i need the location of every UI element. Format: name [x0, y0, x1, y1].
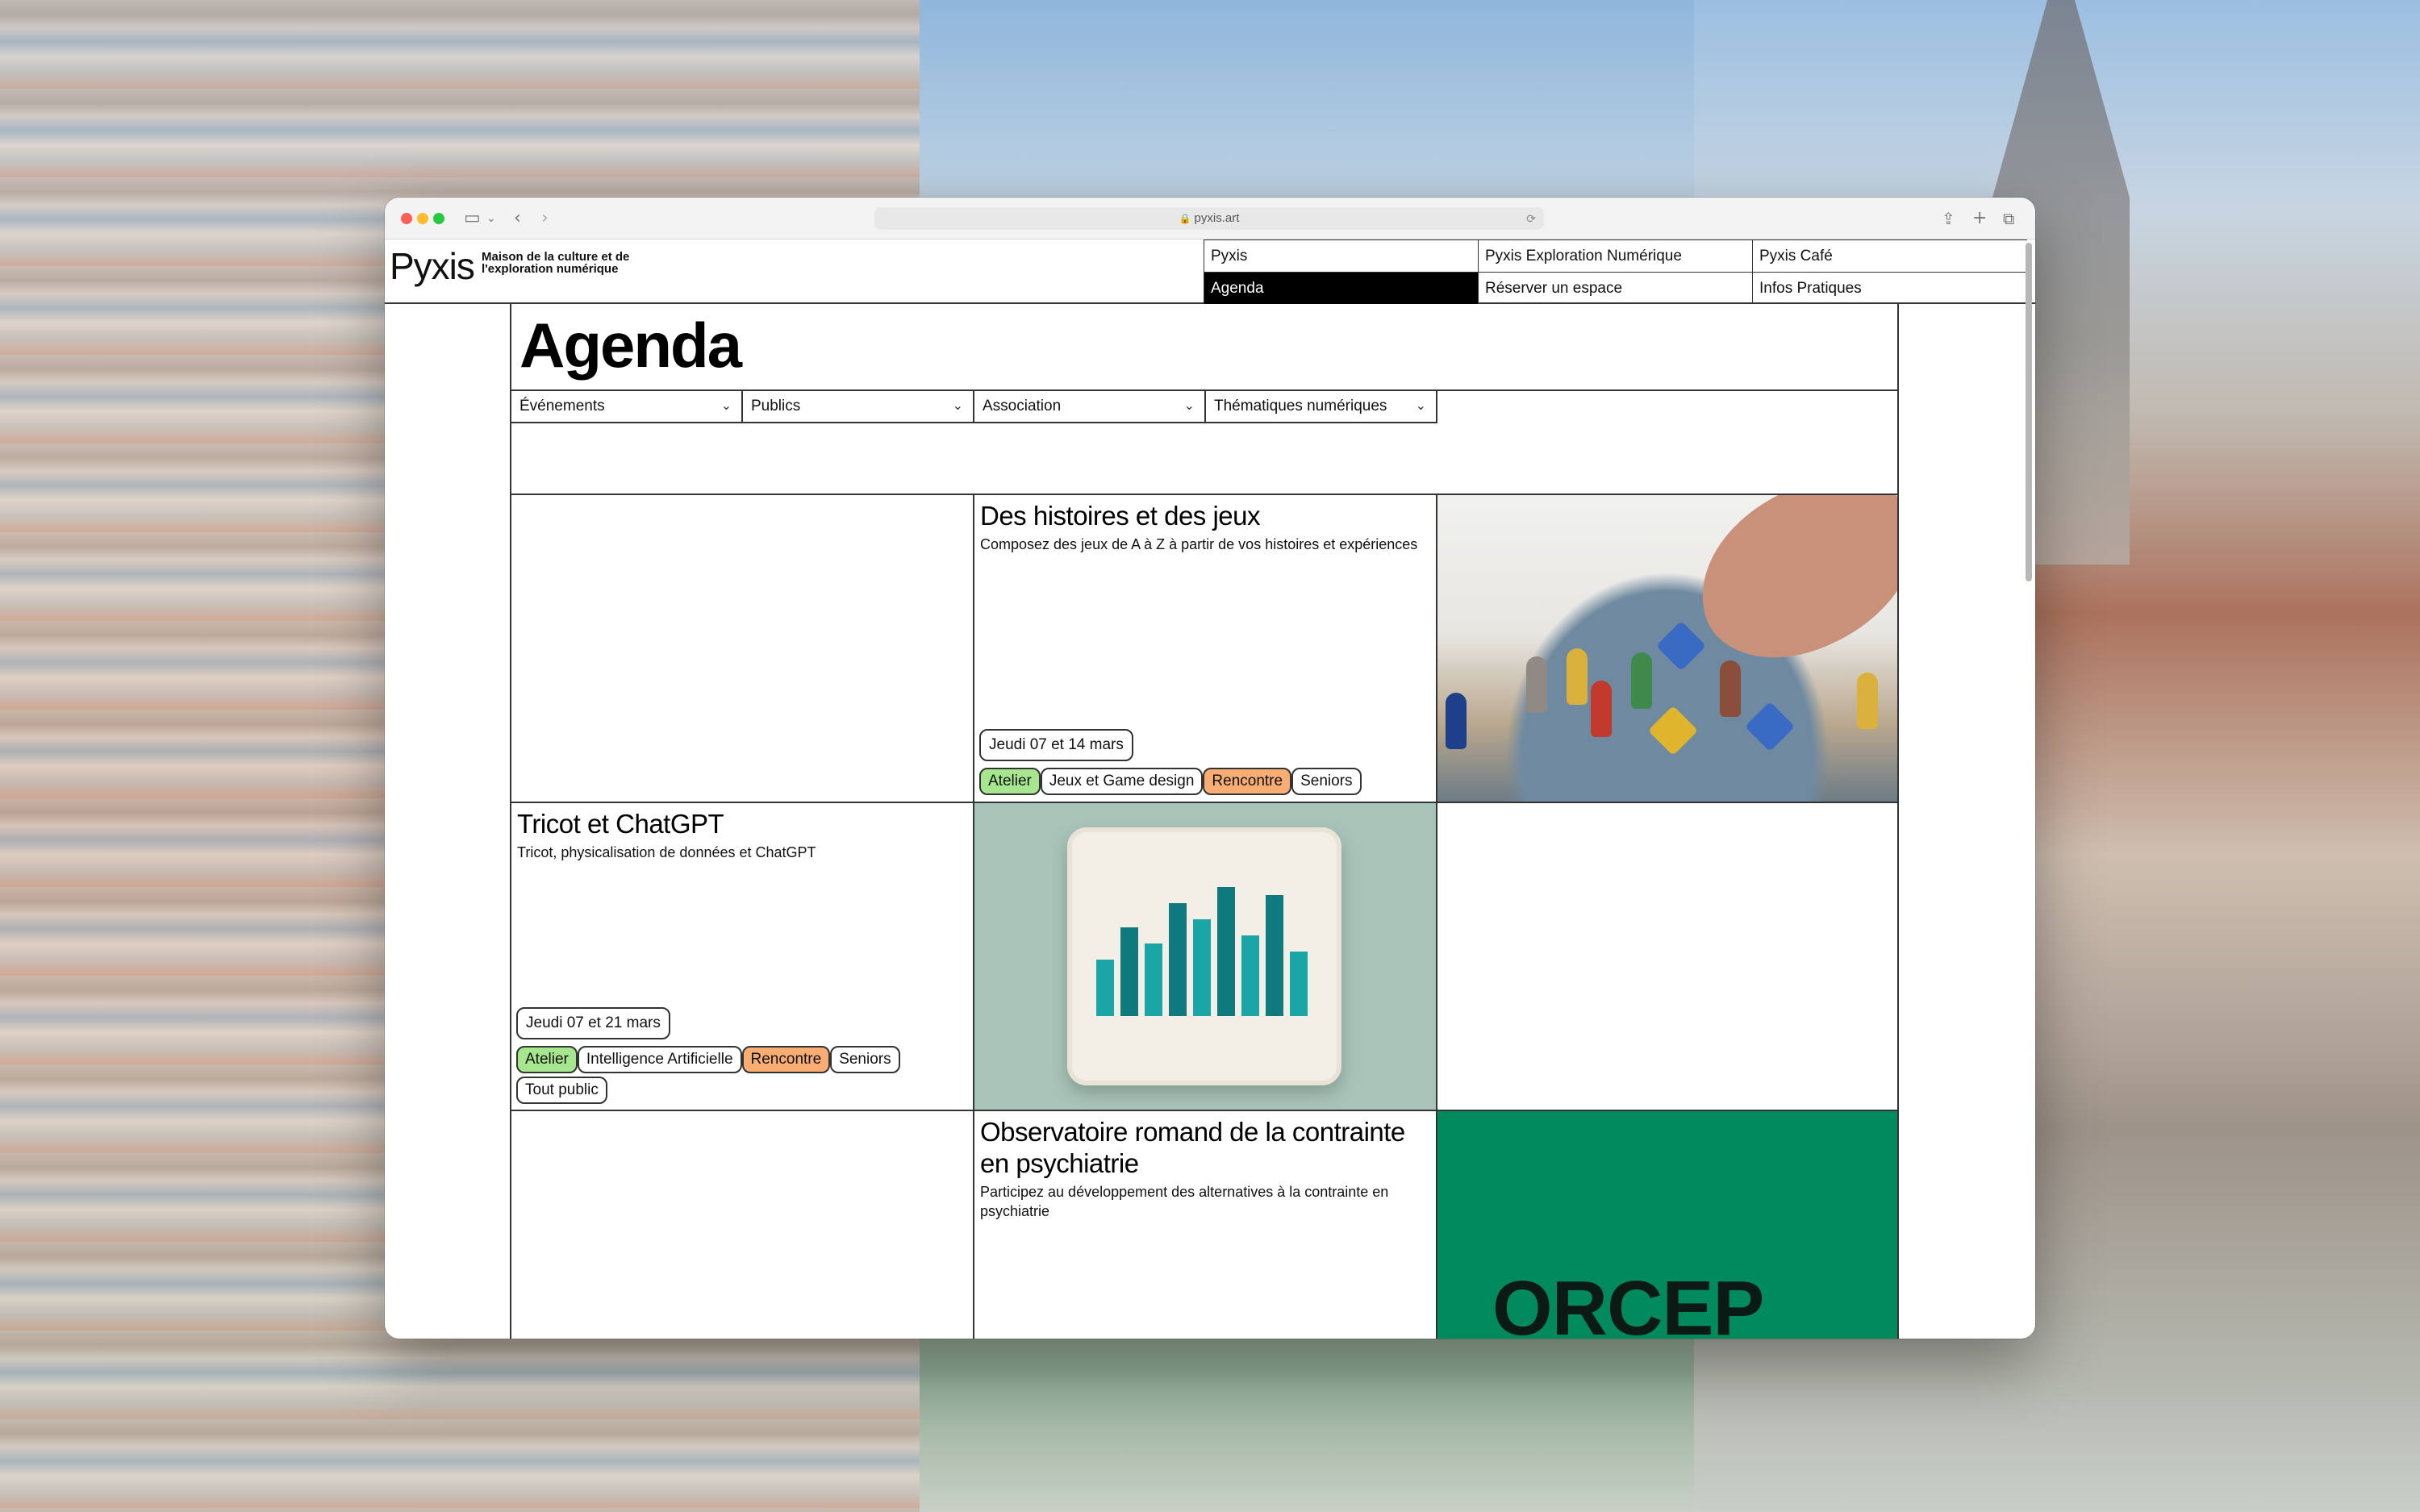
event-card[interactable]: Des histoires et des jeux Composez des j…	[973, 494, 1436, 802]
pawn-icon	[1720, 660, 1741, 717]
tag-seniors[interactable]: Seniors	[1291, 768, 1362, 795]
knit-bar	[1266, 895, 1283, 1016]
hand-graphic	[1675, 495, 1897, 680]
pawn-icon	[1591, 681, 1612, 737]
tag-jeux[interactable]: Jeux et Game design	[1040, 768, 1204, 795]
knit-bar	[1120, 927, 1138, 1016]
tag-atelier[interactable]: Atelier	[979, 768, 1041, 795]
pawn-icon	[1567, 648, 1588, 705]
browser-window: ▭ ⌄ ‹ › 🔒 pyxis.art ⟳ ⇪ + ⧉ Pyxis Maison …	[385, 198, 2035, 1339]
event-title[interactable]: Observatoire romand de la contrainte en …	[974, 1111, 1436, 1179]
browser-titlebar: ▭ ⌄ ‹ › 🔒 pyxis.art ⟳ ⇪ + ⧉	[385, 198, 2035, 240]
share-icon[interactable]: ⇪	[1942, 207, 1955, 230]
pawn-icon	[1631, 652, 1652, 709]
agenda-content: Agenda Événements ⌄ Publics ⌄ Associatio…	[510, 304, 1899, 1339]
knitted-patch	[1067, 827, 1341, 1085]
knit-bar	[1096, 960, 1114, 1016]
site-logo[interactable]: Pyxis	[390, 244, 475, 288]
empty-cell	[511, 494, 974, 802]
event-subtitle: Participez au développement des alternat…	[980, 1184, 1389, 1219]
chevron-down-icon: ⌄	[1415, 399, 1426, 413]
filter-label: Association	[983, 398, 1062, 414]
knit-bar	[1217, 887, 1235, 1016]
filter-thematiques[interactable]: Thématiques numériques ⌄	[1206, 391, 1437, 423]
die-icon	[1744, 701, 1796, 752]
event-subtitle: Composez des jeux de A à Z à partir de v…	[980, 536, 1418, 552]
zoom-window-button[interactable]	[433, 213, 444, 224]
die-icon	[1655, 620, 1707, 672]
event-image-orcep[interactable]: ORCEP	[1436, 1110, 1897, 1339]
event-title[interactable]: Des histoires et des jeux	[974, 495, 1436, 531]
die-icon	[1647, 705, 1699, 756]
reload-icon[interactable]: ⟳	[1526, 207, 1536, 230]
web-page: Pyxis Maison de la culture et de l'explo…	[385, 240, 2035, 1339]
filter-bar: Événements ⌄ Publics ⌄ Association ⌄ Thé…	[511, 391, 1897, 426]
lock-icon: 🔒	[1179, 213, 1191, 224]
chevron-down-icon: ⌄	[720, 399, 732, 413]
filter-publics[interactable]: Publics ⌄	[743, 391, 974, 423]
address-bar[interactable]: 🔒 pyxis.art ⟳	[874, 207, 1544, 230]
main-nav: Pyxis Pyxis Exploration Numérique Pyxis …	[1204, 240, 2035, 304]
chevron-down-icon: ⌄	[1183, 399, 1195, 413]
page-title: Agenda	[519, 310, 742, 381]
chevron-down-icon[interactable]: ⌄	[486, 207, 496, 230]
event-tags: Atelier Intelligence Artificielle Rencon…	[516, 1046, 920, 1107]
nav-item-reserver[interactable]: Réserver un espace	[1478, 272, 1752, 304]
filter-label: Publics	[751, 398, 801, 414]
nav-item-exploration[interactable]: Pyxis Exploration Numérique	[1478, 240, 1752, 272]
pawn-icon	[1857, 673, 1878, 729]
back-icon[interactable]: ‹	[514, 207, 521, 230]
nav-item-cafe[interactable]: Pyxis Café	[1752, 240, 2027, 272]
orcep-image: ORCEP	[1437, 1111, 1897, 1339]
tag-atelier[interactable]: Atelier	[516, 1046, 578, 1073]
minimize-window-button[interactable]	[417, 213, 428, 224]
filter-label: Événements	[519, 398, 605, 414]
knit-bar	[1193, 919, 1211, 1016]
knit-bar	[1145, 943, 1162, 1016]
tag-rencontre[interactable]: Rencontre	[1203, 768, 1292, 795]
tag-tout-public[interactable]: Tout public	[516, 1077, 607, 1104]
tag-rencontre[interactable]: Rencontre	[741, 1046, 831, 1073]
event-card[interactable]: Tricot et ChatGPT Tricot, physicalisatio…	[511, 802, 974, 1110]
nav-item-pyxis[interactable]: Pyxis	[1204, 240, 1478, 272]
agenda-heading-row: Agenda	[511, 304, 1897, 391]
url-text: pyxis.art	[1194, 211, 1240, 225]
filter-evenements[interactable]: Événements ⌄	[511, 391, 743, 423]
event-image-games[interactable]	[1436, 494, 1897, 802]
event-date: Jeudi 07 et 21 mars	[516, 1007, 670, 1039]
event-tags: Atelier Jeux et Game design Rencontre Se…	[979, 768, 1431, 798]
page-scrollbar[interactable]	[2026, 243, 2032, 581]
board-game-image	[1437, 495, 1897, 802]
event-subtitle: Tricot, physicalisation de données et Ch…	[517, 844, 816, 860]
knit-bar	[1241, 935, 1259, 1016]
nav-item-agenda[interactable]: Agenda	[1204, 272, 1478, 304]
knitted-chart-image	[974, 803, 1436, 1110]
nav-item-infos[interactable]: Infos Pratiques	[1752, 272, 2027, 304]
tag-intelligence-artificielle[interactable]: Intelligence Artificielle	[577, 1046, 742, 1073]
event-card[interactable]: Observatoire romand de la contrainte en …	[973, 1110, 1436, 1339]
event-title[interactable]: Tricot et ChatGPT	[511, 803, 974, 839]
pawn-icon	[1446, 693, 1467, 749]
knit-bar	[1169, 903, 1187, 1016]
empty-cell	[1436, 802, 1897, 1110]
filter-label: Thématiques numériques	[1214, 398, 1387, 414]
empty-cell	[511, 1110, 974, 1339]
tabs-overview-icon[interactable]: ⧉	[2003, 207, 2014, 230]
knit-bar	[1290, 952, 1308, 1016]
forward-icon[interactable]: ›	[541, 207, 549, 230]
tag-seniors[interactable]: Seniors	[830, 1046, 900, 1073]
new-tab-icon[interactable]: +	[1972, 207, 1987, 230]
filter-association[interactable]: Association ⌄	[974, 391, 1206, 423]
pawn-icon	[1526, 656, 1547, 713]
site-tagline: Maison de la culture et de l'exploration…	[482, 250, 630, 276]
site-header: Pyxis Maison de la culture et de l'explo…	[385, 240, 2035, 304]
event-date: Jeudi 07 et 14 mars	[979, 729, 1133, 761]
orcep-logo-text: ORCEP	[1492, 1265, 1764, 1339]
event-image-knit[interactable]	[973, 802, 1436, 1110]
chevron-down-icon: ⌄	[952, 399, 963, 413]
sidebar-toggle-icon[interactable]: ▭	[464, 207, 481, 230]
close-window-button[interactable]	[401, 213, 412, 224]
